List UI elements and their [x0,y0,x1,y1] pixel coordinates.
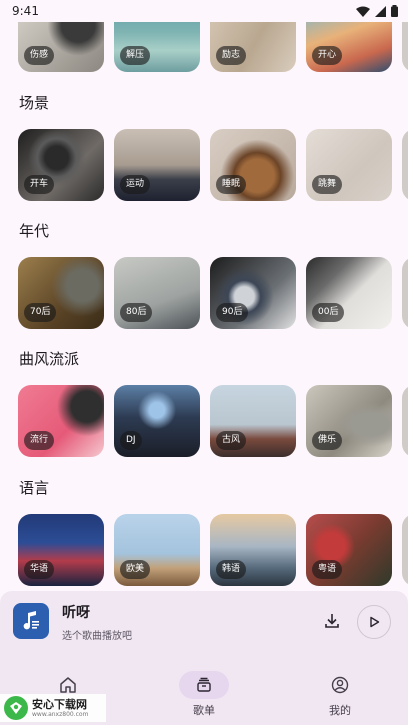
profile-icon [331,676,349,694]
section-title: 曲风流派 [19,350,80,368]
category-card[interactable]: 佛乐 [306,385,392,457]
category-label: 欧美 [120,560,151,579]
category-card-peek[interactable] [402,514,408,586]
play-icon [370,616,380,628]
category-card[interactable]: 运动 [114,129,200,201]
status-icons [356,5,398,17]
category-label: 跳舞 [312,175,343,194]
category-label: 00后 [312,303,345,322]
watermark-url: www.anxz800.com [32,710,89,718]
wifi-icon [356,6,370,17]
nav-indicator [315,671,365,699]
music-note-icon [13,603,49,639]
category-label: 韩语 [216,560,247,579]
nav-label-profile: 我的 [329,704,351,717]
category-card[interactable]: 睡眠 [210,129,296,201]
category-label: 流行 [24,431,55,450]
category-card[interactable]: DJ [114,385,200,457]
mini-player[interactable]: 听呀 选个歌曲播放吧 [0,591,408,655]
cellular-signal-icon [375,5,386,17]
category-card[interactable]: 华语 [18,514,104,586]
status-time: 9:41 [12,4,39,18]
category-label: 开车 [24,175,55,194]
download-icon [325,614,339,628]
category-card[interactable]: 流行 [18,385,104,457]
category-card[interactable]: 韩语 [210,514,296,586]
scene-row: 开车 运动 睡眠 跳舞 [18,129,408,201]
section-title: 年代 [19,222,50,240]
nav-item-playlist[interactable]: 歌单 [136,655,272,725]
status-bar: 9:41 [0,0,408,22]
category-card-peek[interactable] [402,129,408,201]
category-card[interactable]: 古风 [210,385,296,457]
category-label: 80后 [120,303,153,322]
nav-item-profile[interactable]: 我的 [272,655,408,725]
category-label: 开心 [312,46,343,65]
category-content[interactable]: 伤感 解压 励志 开心 场景 开车 运动 睡眠 跳舞 年代 70后 80后 90… [0,0,408,590]
player-subtitle: 选个歌曲播放吧 [62,631,132,642]
playlist-icon [197,677,211,692]
watermark-name: 安心下载网 [32,697,87,711]
category-card[interactable]: 00后 [306,257,392,329]
category-card-peek[interactable] [402,257,408,329]
language-row: 华语 欧美 韩语 粤语 [18,514,408,586]
nav-label-playlist: 歌单 [193,704,215,717]
category-card[interactable]: 欧美 [114,514,200,586]
category-label: 睡眠 [216,175,247,194]
category-label: 粤语 [312,560,343,579]
category-card[interactable]: 70后 [18,257,104,329]
category-card[interactable]: 开车 [18,129,104,201]
category-label: 70后 [24,303,57,322]
section-title: 场景 [19,94,50,112]
category-label: 古风 [216,431,247,450]
category-label: 华语 [24,560,55,579]
category-label: 佛乐 [312,431,343,450]
home-icon [60,677,76,693]
play-button[interactable] [357,605,391,639]
player-title: 听呀 [62,605,90,621]
category-card[interactable]: 90后 [210,257,296,329]
section-title: 语言 [19,479,50,497]
category-card[interactable]: 跳舞 [306,129,392,201]
category-label: 运动 [120,175,151,194]
nav-indicator-active [179,671,229,699]
category-card[interactable]: 80后 [114,257,200,329]
category-label: 解压 [120,46,151,65]
category-label: 励志 [216,46,247,65]
era-row: 70后 80后 90后 00后 [18,257,408,329]
category-label: 伤感 [24,46,55,65]
category-label: 90后 [216,303,249,322]
genre-row: 流行 DJ 古风 佛乐 [18,385,408,457]
category-card-peek[interactable] [402,385,408,457]
watermark-logo-icon [4,696,28,720]
battery-icon [391,5,398,17]
site-watermark: 安心下载网 www.anxz800.com [0,694,106,722]
category-label: DJ [120,431,142,450]
category-card[interactable]: 粤语 [306,514,392,586]
download-button[interactable] [316,605,348,637]
